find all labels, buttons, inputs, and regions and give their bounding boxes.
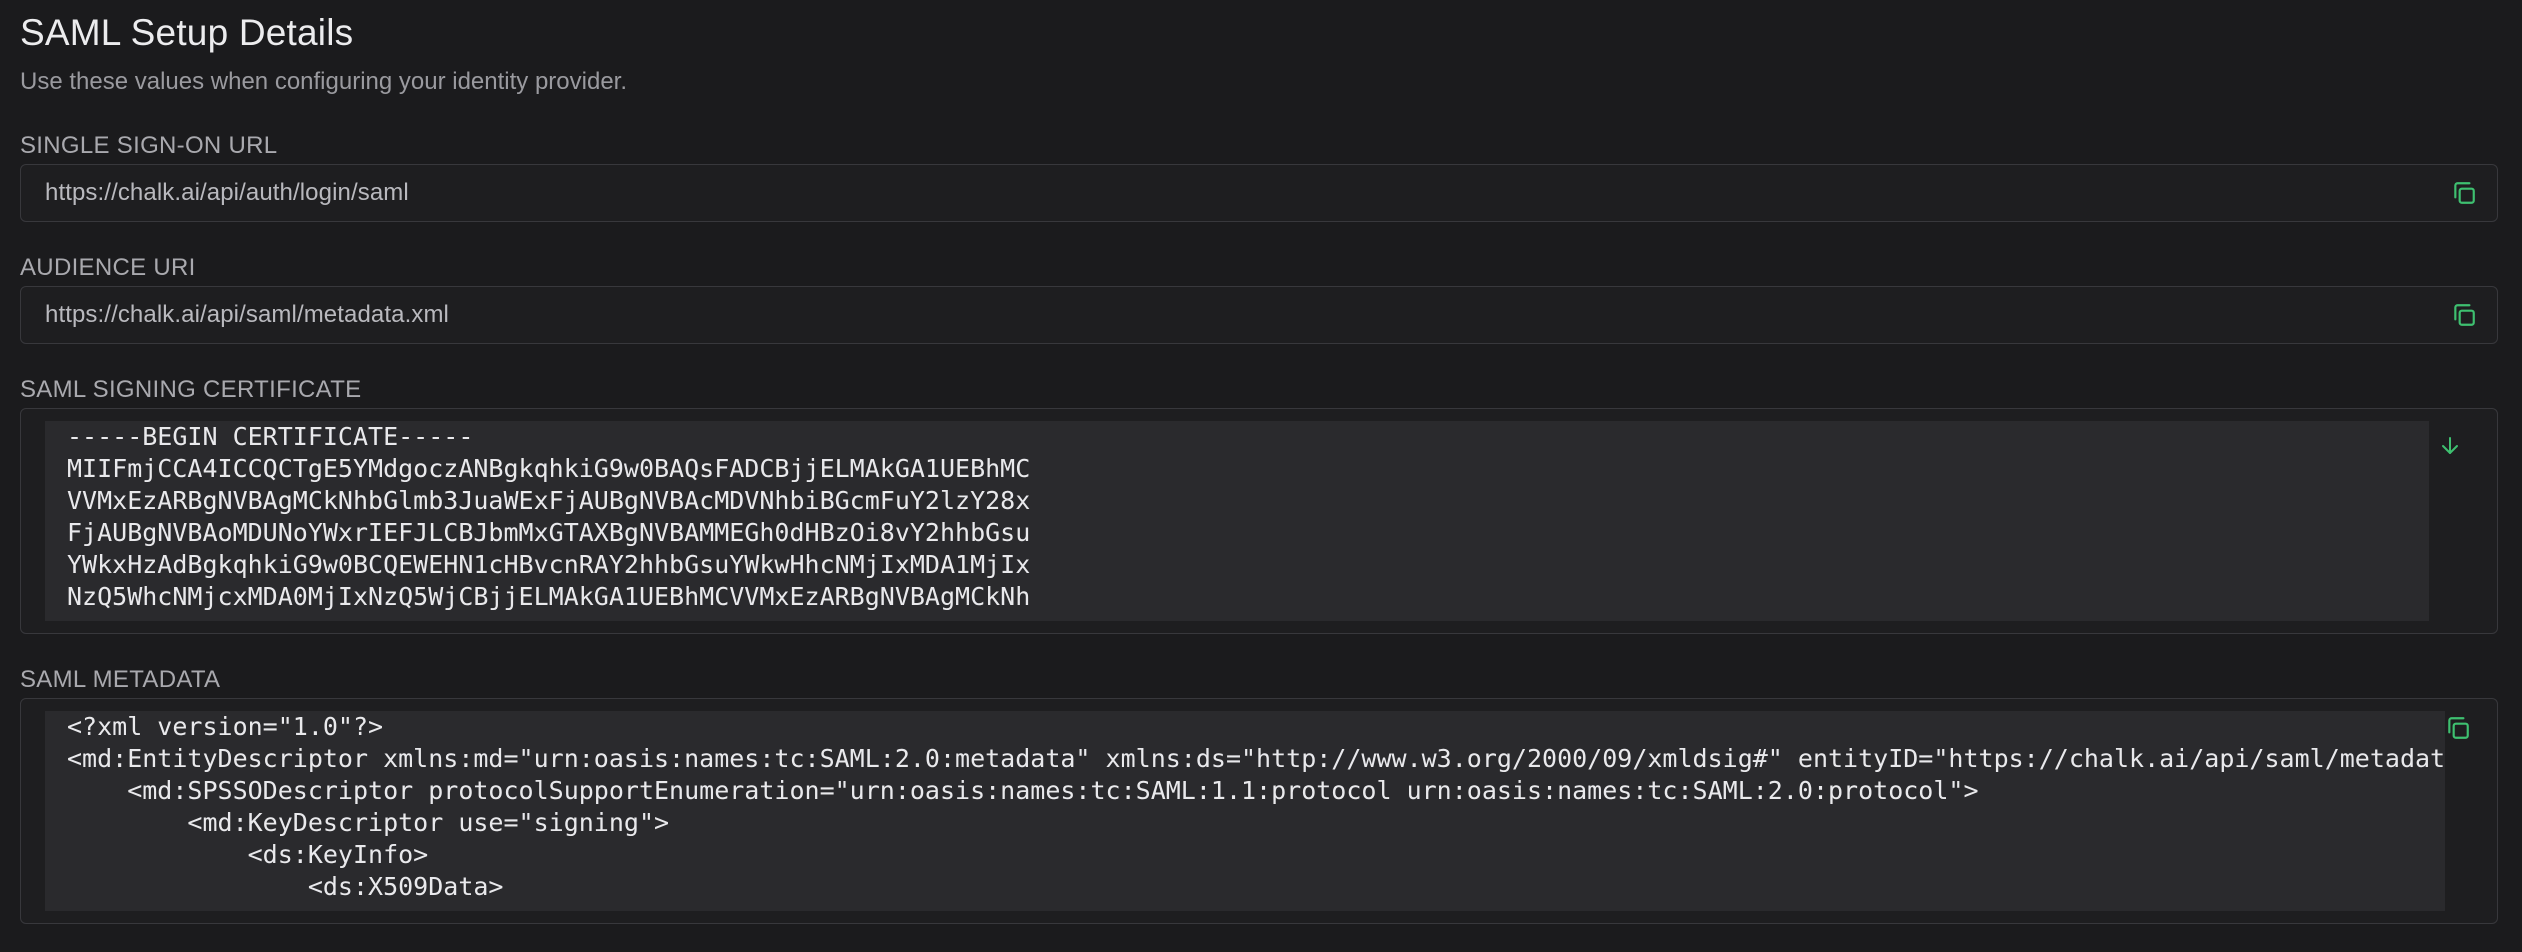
saml-setup-page: SAML Setup Details Use these values when… (0, 0, 2522, 952)
certificate-text[interactable]: -----BEGIN CERTIFICATE----- MIIFmjCCA4IC… (45, 421, 2429, 613)
metadata-text[interactable]: <?xml version="1.0"?> <md:EntityDescript… (45, 711, 2445, 903)
copy-icon[interactable] (2441, 711, 2475, 745)
audience-uri-value[interactable]: https://chalk.ai/api/saml/metadata.xml (45, 287, 449, 343)
page-title: SAML Setup Details (20, 12, 354, 53)
certificate-label: SAML SIGNING CERTIFICATE (20, 376, 362, 403)
certificate-code-block[interactable]: -----BEGIN CERTIFICATE----- MIIFmjCCA4IC… (45, 421, 2429, 621)
page-subtitle: Use these values when configuring your i… (20, 68, 628, 95)
certificate-box: -----BEGIN CERTIFICATE----- MIIFmjCCA4IC… (20, 408, 2498, 634)
download-icon[interactable] (2433, 429, 2467, 463)
metadata-code-block[interactable]: <?xml version="1.0"?> <md:EntityDescript… (45, 711, 2445, 911)
sso-url-label: SINGLE SIGN-ON URL (20, 132, 278, 159)
metadata-box: <?xml version="1.0"?> <md:EntityDescript… (20, 698, 2498, 924)
sso-url-value[interactable]: https://chalk.ai/api/auth/login/saml (45, 165, 409, 221)
copy-icon[interactable] (2447, 176, 2481, 210)
sso-url-field[interactable]: https://chalk.ai/api/auth/login/saml (20, 164, 2498, 222)
audience-uri-label: AUDIENCE URI (20, 254, 196, 281)
audience-uri-field[interactable]: https://chalk.ai/api/saml/metadata.xml (20, 286, 2498, 344)
metadata-label: SAML METADATA (20, 666, 221, 693)
copy-icon[interactable] (2447, 298, 2481, 332)
